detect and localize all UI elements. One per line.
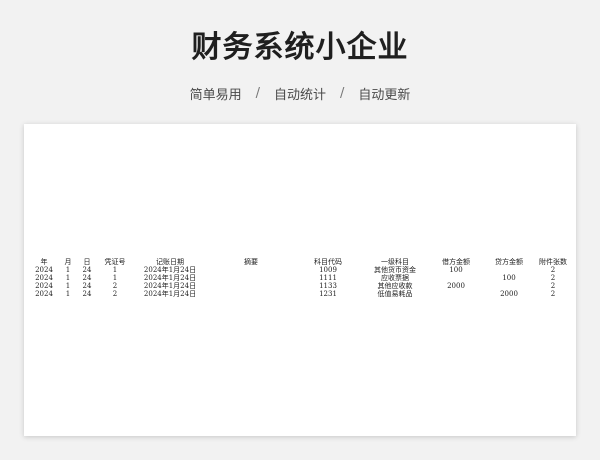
feature-auto-update: 自动更新 — [358, 88, 411, 103]
table-row: 2024 1 24 2 2024年1月24日 1231 低值易耗品 2000 2 — [30, 290, 570, 298]
col-day-header: 日 — [83, 258, 91, 266]
col-account-code-header: 科目代码 — [314, 258, 342, 266]
col-month-header: 月 — [64, 258, 72, 266]
col-year-header: 年 — [40, 258, 48, 266]
cell-account: 应收票据 — [381, 274, 409, 282]
feature-auto-statistics: 自动统计 — [273, 88, 326, 103]
cell-attachments: 2 — [550, 290, 556, 298]
table-row: 2024 1 24 1 2024年1月24日 1111 应收票据 100 2 — [30, 274, 570, 282]
cell-year: 2024 — [35, 266, 53, 274]
cell-debit — [430, 290, 482, 298]
cell-debit — [430, 274, 482, 282]
cell-account-code: 1111 — [319, 274, 337, 282]
col-debit-header: 借方金额 — [442, 258, 470, 266]
col-summary-header: 摘要 — [244, 258, 258, 266]
col-credit-header: 贷方金额 — [495, 258, 523, 266]
cell-account: 低值易耗品 — [377, 290, 413, 298]
cell-summary — [206, 266, 296, 274]
cell-account-code: 1133 — [319, 282, 337, 290]
cell-posting-date: 2024年1月24日 — [143, 274, 197, 282]
cell-voucher-no: 2 — [112, 290, 118, 298]
cell-month: 1 — [65, 282, 71, 290]
cell-posting-date: 2024年1月24日 — [143, 266, 197, 274]
cell-account-code: 1009 — [319, 266, 337, 274]
cell-month: 1 — [65, 290, 71, 298]
col-attachments-header: 附件张数 — [539, 258, 567, 266]
separator: / — [340, 86, 345, 101]
cell-summary — [206, 290, 296, 298]
cell-debit: 100 — [449, 266, 463, 274]
cell-summary — [206, 274, 296, 282]
cell-attachments: 2 — [550, 282, 556, 290]
feature-easy-to-use: 简单易用 — [189, 88, 242, 103]
col-voucher-no-header: 凭证号 — [104, 258, 126, 266]
cell-attachments: 2 — [550, 274, 556, 282]
cell-month: 1 — [65, 274, 71, 282]
cell-credit: 100 — [502, 274, 516, 282]
cell-posting-date: 2024年1月24日 — [143, 290, 197, 298]
cell-day: 24 — [82, 266, 92, 274]
cell-summary — [206, 282, 296, 290]
cell-credit — [482, 282, 536, 290]
spreadsheet-preview: 年 月 日 凭证号 记账日期 摘要 科目代码 一级科目 借方金额 贷方金额 附件… — [24, 124, 576, 436]
cell-day: 24 — [82, 282, 92, 290]
table-header-row: 年 月 日 凭证号 记账日期 摘要 科目代码 一级科目 借方金额 贷方金额 附件… — [30, 258, 570, 266]
cell-day: 24 — [82, 290, 92, 298]
col-account-header: 一级科目 — [381, 258, 409, 266]
cell-year: 2024 — [35, 282, 53, 290]
feature-tagline: 简单易用 / 自动统计 / 自动更新 — [0, 84, 600, 103]
cell-year: 2024 — [35, 290, 53, 298]
separator: / — [255, 86, 260, 101]
cell-day: 24 — [82, 274, 92, 282]
page-title: 财务系统小企业 — [191, 30, 409, 65]
cell-voucher-no: 1 — [112, 274, 118, 282]
col-posting-date-header: 记账日期 — [156, 258, 184, 266]
cell-posting-date: 2024年1月24日 — [143, 282, 197, 290]
cell-account-code: 1231 — [319, 290, 337, 298]
ledger-table: 年 月 日 凭证号 记账日期 摘要 科目代码 一级科目 借方金额 贷方金额 附件… — [30, 258, 570, 298]
cell-credit: 2000 — [500, 290, 518, 298]
cell-account: 其他应收款 — [377, 282, 413, 290]
cell-year: 2024 — [35, 274, 53, 282]
cell-debit: 2000 — [447, 282, 465, 290]
cell-month: 1 — [65, 266, 71, 274]
cell-credit — [482, 266, 536, 274]
cell-attachments: 2 — [550, 266, 556, 274]
cell-voucher-no: 1 — [112, 266, 118, 274]
table-row: 2024 1 24 1 2024年1月24日 1009 其他货币资金 100 2 — [30, 266, 570, 274]
cell-voucher-no: 2 — [112, 282, 118, 290]
table-row: 2024 1 24 2 2024年1月24日 1133 其他应收款 2000 2 — [30, 282, 570, 290]
cell-account: 其他货币资金 — [374, 266, 416, 274]
